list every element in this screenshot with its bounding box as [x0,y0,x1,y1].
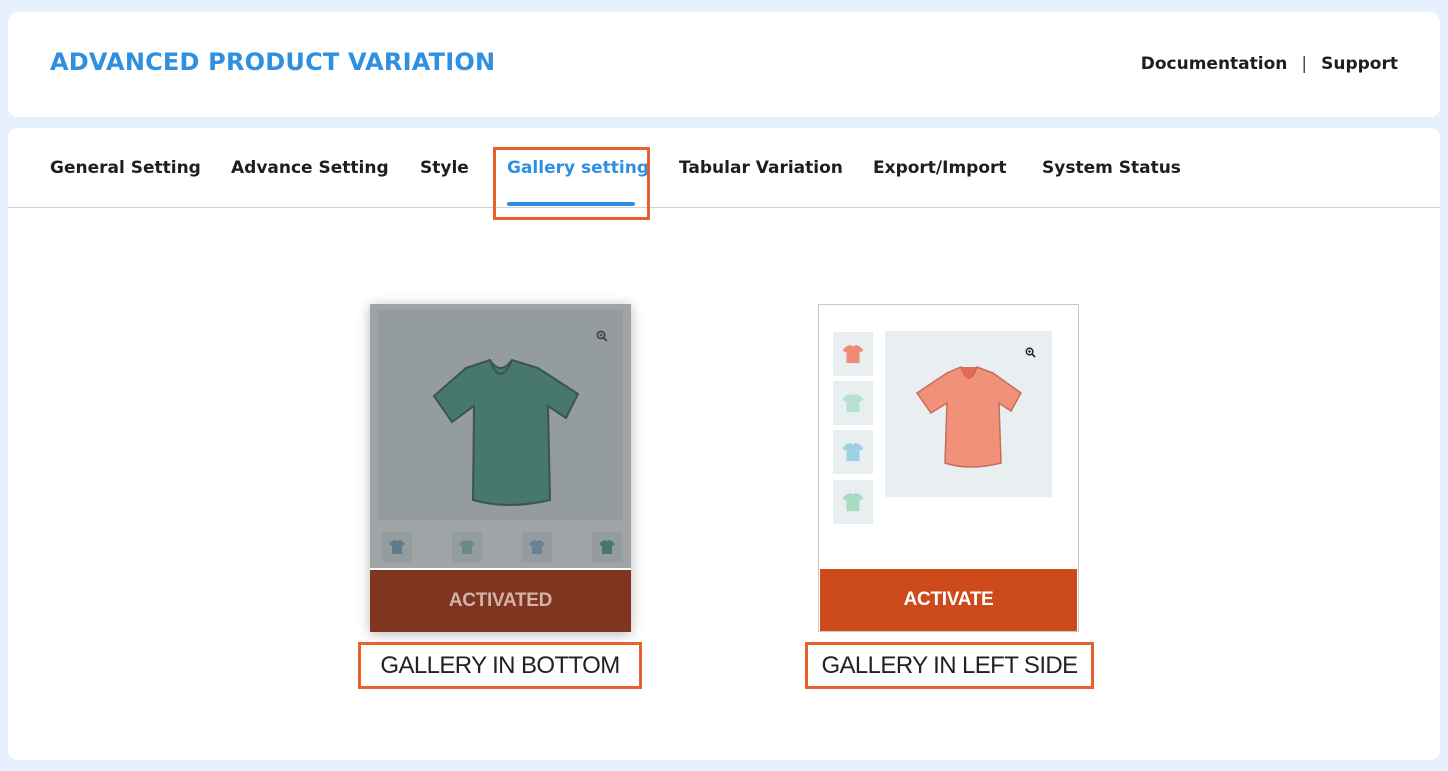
gallery-thumbnail [833,381,873,425]
app-title: ADVANCED PRODUCT VARIATION [50,48,496,76]
gallery-left-caption: GALLERY IN LEFT SIDE [805,642,1094,689]
header-links: Documentation | Support [1141,54,1398,74]
activate-button[interactable]: ACTIVATE [820,569,1077,631]
gallery-bottom-preview [370,304,631,568]
gallery-bottom-card[interactable]: ACTIVATED [370,304,631,632]
gallery-thumbnail [833,332,873,376]
tab-export-import[interactable]: Export/Import [873,158,1007,178]
documentation-link[interactable]: Documentation [1141,54,1288,74]
activated-overlay [370,304,631,568]
settings-tabs: General Setting Advance Setting Style Ga… [8,128,1440,220]
t-shirt-icon [842,344,864,364]
t-shirt-icon [842,442,864,462]
tab-general-setting[interactable]: General Setting [50,158,201,178]
gallery-left-card[interactable]: ACTIVATE [818,304,1079,632]
tab-advance-setting[interactable]: Advance Setting [231,158,389,178]
zoom-in-icon[interactable] [1025,347,1036,358]
top-header: ADVANCED PRODUCT VARIATION Documentation… [8,12,1440,117]
gallery-thumbnail [833,430,873,474]
t-shirt-icon [842,393,864,413]
gallery-thumbnail [833,480,873,524]
main-panel: General Setting Advance Setting Style Ga… [8,128,1440,760]
t-shirt-icon [842,492,864,512]
tab-style[interactable]: Style [420,158,469,178]
link-separator: | [1301,54,1308,74]
activated-button[interactable]: ACTIVATED [370,570,631,632]
tab-system-status[interactable]: System Status [1042,158,1181,178]
gallery-bottom-caption: GALLERY IN BOTTOM [358,642,642,689]
tab-highlight-box [493,147,650,220]
tab-tabular-variation[interactable]: Tabular Variation [679,158,843,178]
main-product-image [885,331,1052,497]
support-link[interactable]: Support [1321,54,1398,74]
gallery-left-preview [819,305,1078,569]
